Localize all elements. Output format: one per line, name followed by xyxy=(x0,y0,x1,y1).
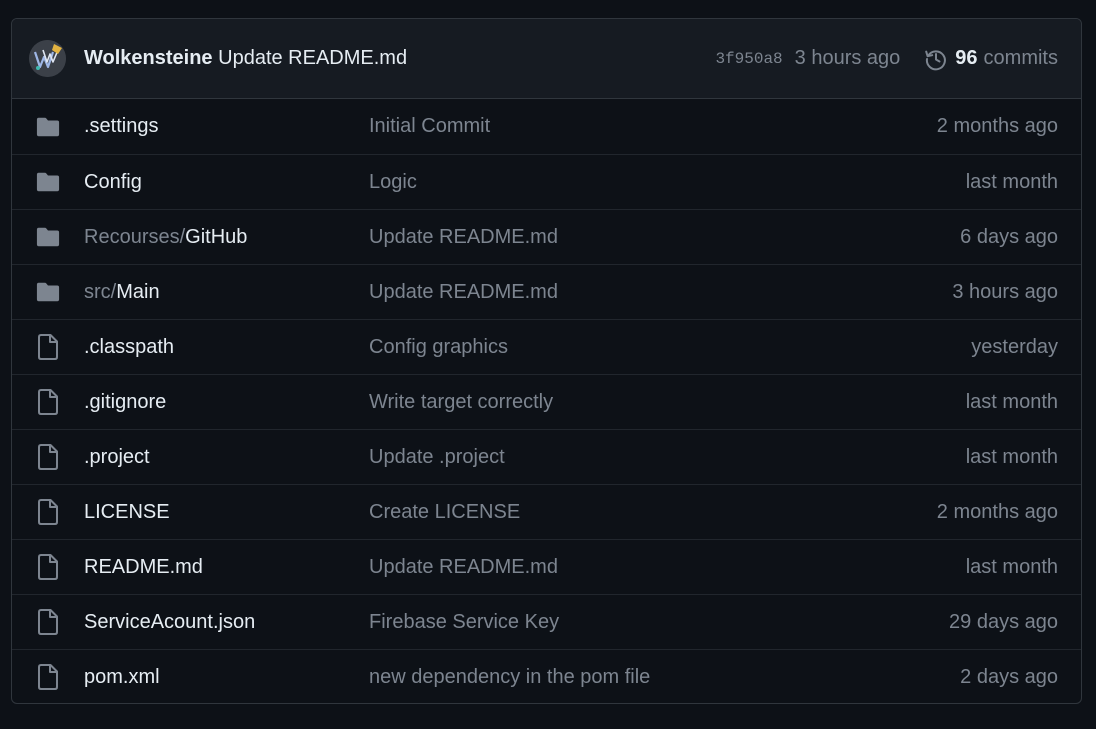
commit-message-link[interactable]: Update README.md xyxy=(218,47,407,69)
file-name: LICENSE xyxy=(84,500,170,523)
file-name: .gitignore xyxy=(84,390,167,413)
file-name-link[interactable]: pom.xml xyxy=(84,666,160,689)
file-row[interactable]: .settings Initial Commit 2 months ago xyxy=(12,99,1081,154)
file-icon xyxy=(36,664,60,690)
file-commit-age: last month xyxy=(965,170,1058,193)
commit-time: 3 hours ago xyxy=(794,47,901,69)
file-name-link[interactable]: ServiceAcount.json xyxy=(84,611,255,634)
file-commit-age: yesterday xyxy=(971,335,1058,358)
file-name-link[interactable]: Config xyxy=(84,171,142,194)
file-commit-message-link[interactable]: Create LICENSE xyxy=(369,501,520,524)
file-path-prefix: src/ xyxy=(84,280,117,303)
commits-count: 96 xyxy=(955,47,978,69)
avatar[interactable] xyxy=(29,40,66,77)
folder-icon xyxy=(36,280,60,304)
file-name: Config xyxy=(84,170,142,193)
file-commit-message-link[interactable]: new dependency in the pom file xyxy=(369,666,650,689)
file-commit-message-link[interactable]: Update README.md xyxy=(369,226,558,249)
file-icon xyxy=(36,499,60,525)
file-commit-message-link[interactable]: Initial Commit xyxy=(369,115,490,138)
file-name: ServiceAcount.json xyxy=(84,610,256,633)
file-commit-age: 2 days ago xyxy=(960,665,1058,688)
file-name: GitHub xyxy=(185,225,248,248)
file-commit-message-link[interactable]: Update .project xyxy=(369,446,505,469)
file-name: README.md xyxy=(84,555,203,578)
file-row[interactable]: Recourses/GitHub Update README.md 6 days a… xyxy=(12,209,1081,264)
file-name: .settings xyxy=(84,115,159,137)
commit-sha[interactable]: 3f950a8 xyxy=(715,50,782,68)
file-commit-message-link[interactable]: Update README.md xyxy=(369,556,558,579)
file-name-link[interactable]: LICENSE xyxy=(84,501,170,524)
file-commit-message-link[interactable]: Config graphics xyxy=(369,336,508,359)
file-name: pom.xml xyxy=(84,665,160,688)
avatar-icon xyxy=(29,40,66,77)
commit-author[interactable]: Wolkensteine xyxy=(84,47,213,69)
file-commit-message-link[interactable]: Firebase Service Key xyxy=(369,611,559,634)
file-commit-age: last month xyxy=(965,555,1058,578)
folder-icon xyxy=(36,225,60,249)
folder-icon xyxy=(36,170,60,194)
file-commit-age: last month xyxy=(965,390,1058,413)
history-icon xyxy=(925,49,947,70)
file-icon xyxy=(36,609,60,635)
file-icon xyxy=(36,554,60,580)
file-list: .settings Initial Commit 2 months ago Confi… xyxy=(12,99,1081,703)
file-path-prefix: Recourses/ xyxy=(84,225,186,248)
file-icon xyxy=(36,444,60,470)
file-name-link[interactable]: README.md xyxy=(84,556,203,579)
file-name: .classpath xyxy=(84,335,175,358)
file-browser: Wolkensteine Update README.md 3f950a8 3 … xyxy=(11,18,1082,704)
folder-icon xyxy=(36,115,60,139)
file-commit-message-link[interactable]: Update README.md xyxy=(369,281,558,304)
file-row[interactable]: src/Main Update README.md 3 hours ago xyxy=(12,264,1081,319)
file-row[interactable]: .classpath Config graphics yesterday xyxy=(12,319,1081,374)
file-row[interactable]: .project Update .project last month xyxy=(12,429,1081,484)
file-name-link[interactable]: .gitignore xyxy=(84,391,166,414)
file-name-link[interactable]: src/Main xyxy=(84,281,160,304)
file-commit-message-link[interactable]: Write target correctly xyxy=(369,391,553,414)
commits-label: commits xyxy=(983,47,1058,69)
file-row[interactable]: README.md Update README.md last month xyxy=(12,539,1081,594)
file-name-link[interactable]: .settings xyxy=(84,115,158,138)
file-commit-age: 29 days ago xyxy=(949,610,1058,633)
file-commit-age: 6 days ago xyxy=(960,225,1058,248)
file-commit-age: last month xyxy=(965,445,1058,468)
file-icon xyxy=(36,389,60,415)
file-commit-message-link[interactable]: Logic xyxy=(369,171,417,194)
file-name-link[interactable]: .project xyxy=(84,446,150,469)
file-row[interactable]: LICENSE Create LICENSE 2 months ago xyxy=(12,484,1081,539)
file-commit-age: 2 months ago xyxy=(936,115,1058,137)
file-name: Main xyxy=(116,280,160,303)
commits-link[interactable]: 96 commits xyxy=(924,47,1058,71)
file-name-link[interactable]: .classpath xyxy=(84,336,174,359)
file-row[interactable]: pom.xml new dependency in the pom file 2 d… xyxy=(12,649,1081,703)
file-name-link[interactable]: Recourses/GitHub xyxy=(84,226,247,249)
file-icon xyxy=(36,334,60,360)
file-row[interactable]: Config Logic last month xyxy=(12,154,1081,209)
file-row[interactable]: ServiceAcount.json Firebase Service Key 29… xyxy=(12,594,1081,649)
latest-commit-bar: Wolkensteine Update README.md 3f950a8 3 … xyxy=(12,19,1081,99)
latest-commit-message: Wolkensteine Update README.md xyxy=(84,47,407,70)
file-commit-age: 3 hours ago xyxy=(952,280,1058,303)
file-name: .project xyxy=(84,445,150,468)
file-commit-age: 2 months ago xyxy=(936,500,1058,523)
file-row[interactable]: .gitignore Write target correctly last mon… xyxy=(12,374,1081,429)
